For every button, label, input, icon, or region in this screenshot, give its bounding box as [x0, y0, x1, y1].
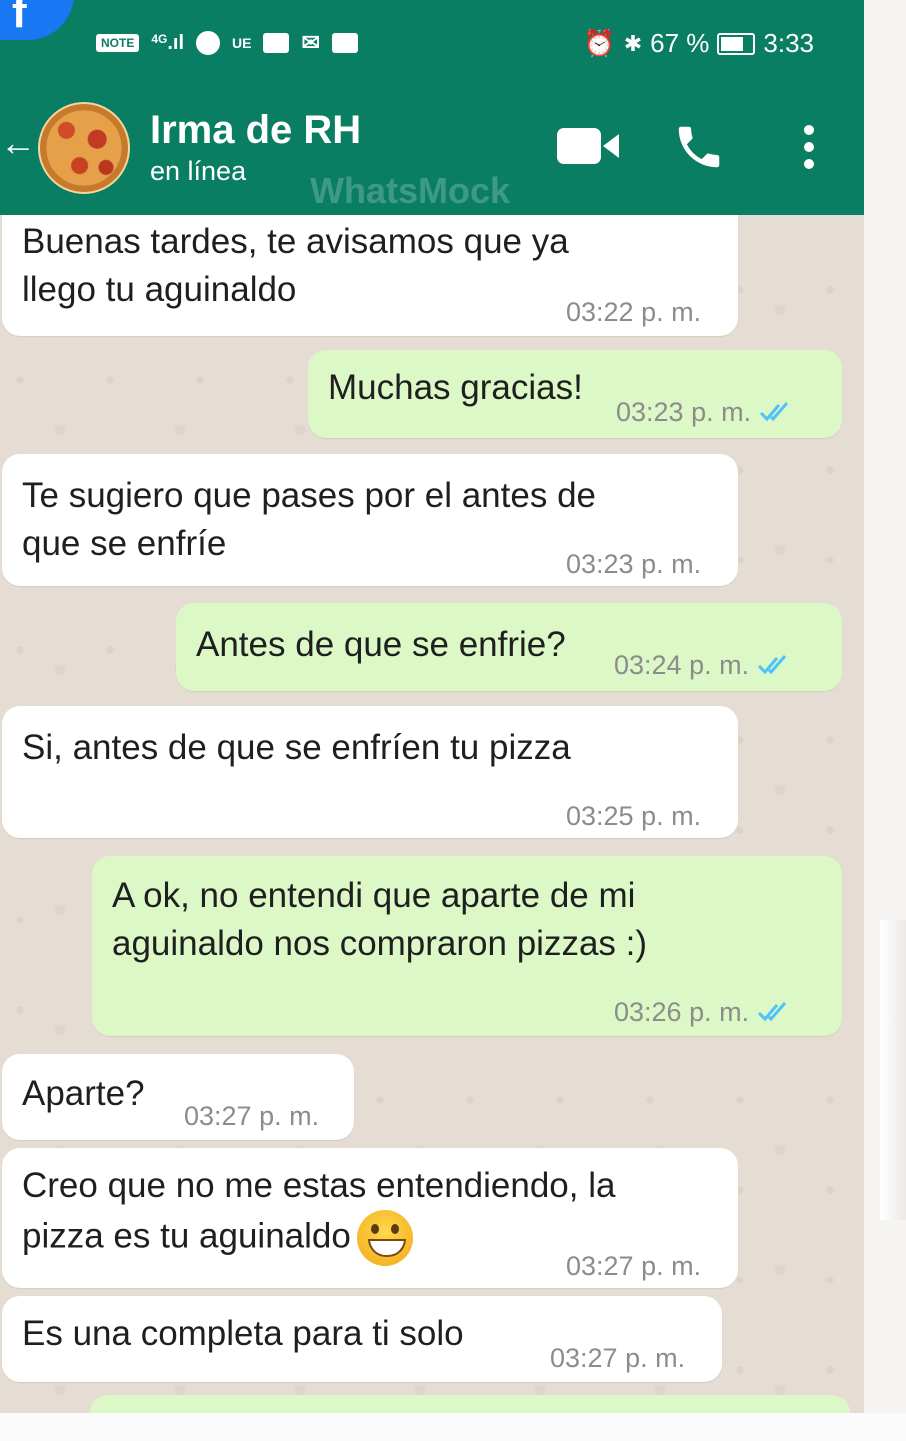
message-incoming[interactable]: Si, antes de que se enfríen tu pizza 03:… [2, 706, 738, 838]
message-outgoing[interactable]: A ok, no entendi que aparte de mi aguina… [92, 856, 842, 1036]
alarm-icon: ⏰ [583, 28, 616, 58]
message-text: Buenas tardes, te avisamos que ya [22, 222, 569, 261]
read-ticks-icon [758, 1002, 787, 1022]
message-time: 03:27 p. m. [184, 1101, 320, 1131]
read-ticks-icon [760, 402, 789, 422]
message-text: aguinaldo nos compraron pizzas :) [112, 924, 648, 963]
youtube-icon [263, 33, 290, 53]
bottom-margin [0, 1413, 906, 1441]
message-text: llego tu aguinaldo [22, 270, 297, 309]
message-text: Antes de que se enfrie? [196, 625, 566, 664]
message-incoming[interactable]: Buenas tardes, te avisamos que ya llego … [2, 212, 738, 336]
message-text: Es una completa para ti solo [22, 1314, 464, 1353]
message-time: 03:24 p. m. [614, 650, 750, 680]
message-time: 03:27 p. m. [550, 1343, 686, 1373]
spotify-icon [196, 31, 221, 55]
message-time: 03:25 p. m. [566, 801, 702, 831]
message-time: 03:23 p. m. [566, 549, 702, 579]
video-app-icon [331, 33, 358, 53]
carrier-chip: NOTE [96, 34, 140, 52]
message-incoming[interactable]: Es una completa para ti solo 03:27 p. m. [2, 1296, 722, 1382]
message-time: 03:27 p. m. [566, 1251, 702, 1281]
message-text: Te sugiero que pases por el antes de [22, 476, 596, 515]
ue-label: UE [232, 35, 252, 51]
phone-call-icon[interactable] [672, 120, 726, 174]
message-text: Si, antes de que se enfríen tu pizza [22, 728, 571, 767]
chat-screen: NOTE 4G.ıl UE ✉ ⏰ ✱ 67 % 3:33 ← Irma de … [0, 0, 864, 1441]
battery-icon [717, 32, 756, 55]
message-line: pizza es tu aguinaldo [22, 1210, 615, 1266]
message-incoming[interactable]: Creo que no me estas entendiendo, la piz… [2, 1148, 738, 1288]
message-text: que se enfríe [22, 524, 227, 563]
message-text: Muchas gracias! [328, 368, 583, 407]
status-right-icons: ⏰ ✱ 67 % 3:33 [583, 28, 814, 59]
more-options-icon[interactable] [796, 122, 822, 172]
chat-header: NOTE 4G.ıl UE ✉ ⏰ ✱ 67 % 3:33 ← Irma de … [0, 0, 864, 215]
message-outgoing[interactable]: Antes de que se enfrie? 03:24 p. m. [176, 603, 842, 691]
watermark: WhatsMock [310, 170, 511, 211]
status-bar: NOTE 4G.ıl UE ✉ ⏰ ✱ 67 % 3:33 [0, 20, 864, 70]
contact-status: en línea [150, 156, 247, 186]
bluetooth-icon: ✱ [623, 30, 643, 56]
right-margin [864, 0, 906, 1441]
message-time: 03:23 p. m. [616, 397, 752, 427]
message-time: 03:22 p. m. [566, 297, 702, 327]
video-call-icon[interactable] [557, 126, 621, 166]
message-text: Creo que no me estas entendiendo, la [22, 1166, 616, 1205]
grinning-face-icon [356, 1210, 413, 1266]
back-arrow-icon[interactable]: ← [0, 122, 36, 164]
clock: 3:33 [763, 28, 814, 58]
message-incoming[interactable]: Te sugiero que pases por el antes de que… [2, 454, 738, 586]
avatar[interactable] [38, 102, 130, 194]
network-label: 4G [151, 31, 168, 46]
read-ticks-icon [758, 655, 787, 675]
message-text: A ok, no entendi que aparte de mi [112, 876, 636, 915]
battery-percent: 67 % [650, 28, 710, 58]
status-left-icons: NOTE 4G.ıl UE ✉ [96, 30, 358, 56]
message-text: pizza es tu aguinaldo [22, 1216, 351, 1256]
message-incoming[interactable]: Aparte? 03:27 p. m. [2, 1054, 354, 1140]
contact-name[interactable]: Irma de RH [150, 108, 361, 153]
message-time: 03:26 p. m. [614, 997, 750, 1027]
gmail-icon: ✉ [301, 30, 320, 55]
signal-icon: 4G.ıl [151, 31, 185, 54]
message-outgoing[interactable]: Muchas gracias! 03:23 p. m. [308, 350, 842, 438]
message-text: Aparte? [22, 1074, 145, 1113]
